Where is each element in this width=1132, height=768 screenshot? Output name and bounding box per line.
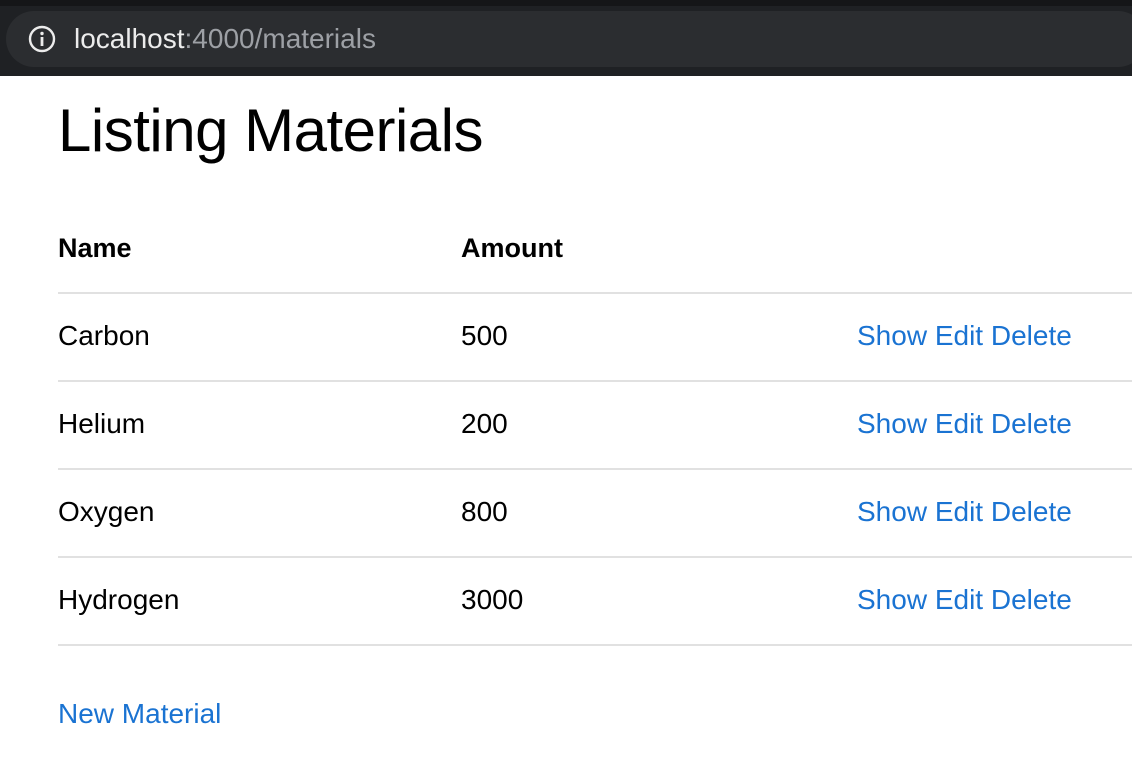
material-amount: 200 (461, 408, 508, 439)
material-name: Carbon (58, 320, 150, 351)
row-actions: Show Edit Delete (857, 319, 1072, 353)
material-amount: 800 (461, 496, 508, 527)
show-link[interactable]: Show (857, 584, 927, 615)
column-header-amount: Amount (461, 233, 563, 263)
material-amount: 3000 (461, 584, 524, 615)
url-path: :4000/materials (184, 23, 376, 54)
material-name: Helium (58, 408, 146, 439)
material-amount: 500 (461, 320, 508, 351)
material-name: Oxygen (58, 496, 155, 527)
edit-link[interactable]: Edit (935, 408, 983, 439)
new-material-link[interactable]: New Material (58, 697, 221, 731)
page-title: Listing Materials (58, 97, 484, 164)
show-link[interactable]: Show (857, 408, 927, 439)
table-row: Hydrogen 3000 Show Edit Delete (58, 558, 1132, 646)
row-actions: Show Edit Delete (857, 583, 1072, 617)
delete-link[interactable]: Delete (991, 320, 1072, 351)
delete-link[interactable]: Delete (991, 408, 1072, 439)
table-row: Carbon 500 Show Edit Delete (58, 294, 1132, 382)
material-name: Hydrogen (58, 584, 180, 615)
show-link[interactable]: Show (857, 320, 927, 351)
edit-link[interactable]: Edit (935, 320, 983, 351)
show-link[interactable]: Show (857, 496, 927, 527)
row-actions: Show Edit Delete (857, 495, 1072, 529)
materials-table: Name Amount Carbon 500 Show Edit Delete … (58, 206, 1132, 646)
delete-link[interactable]: Delete (991, 496, 1072, 527)
browser-tab-strip (0, 0, 1132, 6)
row-actions: Show Edit Delete (857, 407, 1072, 441)
table-row: Oxygen 800 Show Edit Delete (58, 470, 1132, 558)
url-text[interactable]: localhost:4000/materials (74, 21, 376, 57)
edit-link[interactable]: Edit (935, 496, 983, 527)
edit-link[interactable]: Edit (935, 584, 983, 615)
table-row: Helium 200 Show Edit Delete (58, 382, 1132, 470)
browser-toolbar: localhost:4000/materials (0, 0, 1132, 76)
info-circle-icon[interactable] (28, 25, 56, 53)
delete-link[interactable]: Delete (991, 584, 1072, 615)
url-host: localhost (74, 23, 185, 54)
column-header-name: Name (58, 233, 132, 263)
table-header: Name Amount (58, 206, 1132, 294)
